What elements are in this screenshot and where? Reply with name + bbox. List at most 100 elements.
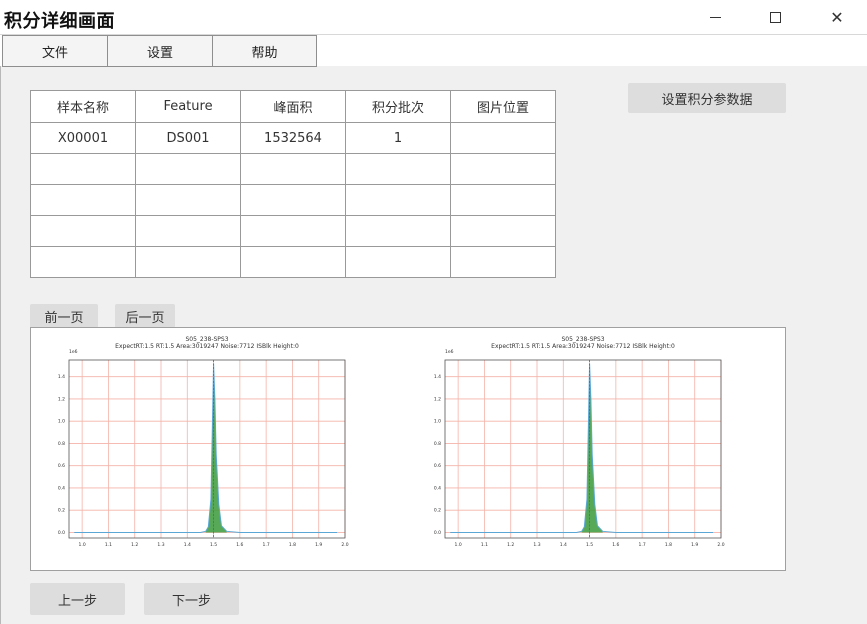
y-tick-label: 1.0 bbox=[434, 419, 441, 425]
y-tick-label: 0.0 bbox=[58, 530, 65, 536]
maximize-icon bbox=[769, 11, 781, 23]
table-cell[interactable] bbox=[450, 246, 556, 278]
x-tick-label: 1.3 bbox=[533, 542, 540, 548]
chromatogram-chart-2: S05_238-SPS3ExpectRT:1.5 RT:1.5 Area:301… bbox=[434, 336, 725, 548]
x-tick-label: 1.1 bbox=[481, 542, 488, 548]
chart-title: S05_238-SPS3 bbox=[185, 336, 228, 343]
table-cell[interactable]: DS001 bbox=[135, 122, 241, 154]
table-row[interactable] bbox=[30, 184, 556, 216]
y-tick-label: 1.2 bbox=[58, 396, 65, 402]
x-tick-label: 1.9 bbox=[315, 542, 322, 548]
header-sample-name: 样本名称 bbox=[30, 90, 136, 123]
x-tick-label: 1.3 bbox=[157, 542, 164, 548]
close-icon: ✕ bbox=[830, 7, 844, 27]
x-tick-label: 1.1 bbox=[105, 542, 112, 548]
table-row[interactable] bbox=[30, 153, 556, 185]
table-cell[interactable] bbox=[450, 153, 556, 185]
table-cell[interactable]: 1 bbox=[345, 122, 451, 154]
next-page-button[interactable]: 后一页 bbox=[115, 304, 175, 328]
table-cell[interactable] bbox=[345, 246, 451, 278]
table-cell[interactable] bbox=[240, 246, 346, 278]
previous-page-button[interactable]: 前一页 bbox=[30, 304, 98, 328]
y-tick-label: 1.4 bbox=[434, 374, 441, 380]
minimize-button[interactable] bbox=[692, 0, 738, 34]
x-tick-label: 1.2 bbox=[507, 542, 514, 548]
table-cell[interactable] bbox=[345, 215, 451, 247]
minimize-icon bbox=[709, 16, 721, 18]
previous-step-button[interactable]: 上一步 bbox=[30, 583, 125, 615]
plot-frame bbox=[68, 359, 346, 539]
x-tick-label: 1.7 bbox=[639, 542, 646, 548]
integration-table: 样本名称 Feature 峰面积 积分批次 图片位置 X00001 DS001 … bbox=[30, 90, 556, 278]
table-cell[interactable] bbox=[30, 215, 136, 247]
header-peak-area: 峰面积 bbox=[240, 90, 346, 123]
table-cell[interactable] bbox=[30, 246, 136, 278]
x-tick-label: 1.2 bbox=[131, 542, 138, 548]
y-tick-label: 0.6 bbox=[434, 463, 441, 469]
chart-title: S05_238-SPS3 bbox=[561, 336, 604, 343]
y-tick-label: 0.8 bbox=[434, 441, 441, 447]
table-cell[interactable]: X00001 bbox=[30, 122, 136, 154]
x-tick-label: 1.9 bbox=[691, 542, 698, 548]
y-tick-label: 1.4 bbox=[58, 374, 65, 380]
y-tick-label: 0.2 bbox=[434, 508, 441, 514]
menu-help[interactable]: 帮助 bbox=[212, 35, 317, 67]
y-tick-label: 0.8 bbox=[58, 441, 65, 447]
y-tick-label: 1.0 bbox=[58, 419, 65, 425]
x-tick-label: 2.0 bbox=[717, 542, 724, 548]
x-tick-label: 1.4 bbox=[184, 542, 191, 548]
table-cell[interactable] bbox=[240, 153, 346, 185]
table-cell[interactable] bbox=[135, 215, 241, 247]
table-cell[interactable] bbox=[30, 184, 136, 216]
table-cell[interactable] bbox=[135, 184, 241, 216]
table-cell[interactable] bbox=[450, 215, 556, 247]
header-image-position: 图片位置 bbox=[450, 90, 556, 123]
table-cell[interactable] bbox=[135, 246, 241, 278]
menu-file[interactable]: 文件 bbox=[2, 35, 108, 67]
x-tick-label: 1.8 bbox=[665, 542, 672, 548]
chart-subtitle: ExpectRT:1.5 RT:1.5 Area:3019247 Noise:7… bbox=[115, 343, 299, 350]
maximize-button[interactable] bbox=[752, 0, 798, 34]
y-tick-label: 0.4 bbox=[434, 485, 441, 491]
chart-subtitle: ExpectRT:1.5 RT:1.5 Area:3019247 Noise:7… bbox=[491, 343, 675, 350]
x-tick-label: 1.4 bbox=[560, 542, 567, 548]
table-row[interactable] bbox=[30, 246, 556, 278]
chromatogram-panel: S05_238-SPS3 ExpectRT:1.5 RT:1.5 Area:301… bbox=[30, 327, 786, 571]
set-integration-params-button[interactable]: 设置积分参数据 bbox=[628, 83, 786, 113]
header-feature: Feature bbox=[135, 90, 241, 123]
x-tick-label: 1.6 bbox=[612, 542, 619, 548]
table-cell[interactable] bbox=[240, 215, 346, 247]
y-tick-label: 0.2 bbox=[58, 508, 65, 514]
header-batch: 积分批次 bbox=[345, 90, 451, 123]
x-tick-label: 1.5 bbox=[586, 542, 593, 548]
x-tick-label: 1.5 bbox=[210, 542, 217, 548]
table-row[interactable] bbox=[30, 215, 556, 247]
y-tick-label: 0.6 bbox=[58, 463, 65, 469]
table-cell[interactable] bbox=[345, 184, 451, 216]
y-tick-label: 1.2 bbox=[434, 396, 441, 402]
y-exponent-label: 1e6 bbox=[69, 349, 78, 355]
plot-frame bbox=[444, 359, 722, 539]
table-cell[interactable] bbox=[450, 184, 556, 216]
table-row[interactable]: X00001 DS001 1532564 1 bbox=[30, 122, 556, 154]
next-step-button[interactable]: 下一步 bbox=[144, 583, 239, 615]
signal-line bbox=[450, 363, 714, 533]
x-tick-label: 1.8 bbox=[289, 542, 296, 548]
table-header-row: 样本名称 Feature 峰面积 积分批次 图片位置 bbox=[30, 90, 556, 123]
x-tick-label: 2.0 bbox=[341, 542, 348, 548]
close-button[interactable]: ✕ bbox=[814, 0, 860, 34]
x-tick-label: 1.7 bbox=[263, 542, 270, 548]
title-bar: 积分详细画面 ✕ bbox=[0, 0, 867, 34]
table-cell[interactable] bbox=[135, 153, 241, 185]
y-tick-label: 0.4 bbox=[58, 485, 65, 491]
table-cell[interactable] bbox=[30, 153, 136, 185]
menu-settings[interactable]: 设置 bbox=[107, 35, 213, 67]
table-cell[interactable] bbox=[450, 122, 556, 154]
signal-line bbox=[74, 363, 338, 533]
x-tick-label: 1.0 bbox=[79, 542, 86, 548]
table-cell[interactable] bbox=[345, 153, 451, 185]
x-tick-label: 1.6 bbox=[236, 542, 243, 548]
table-cell[interactable] bbox=[240, 184, 346, 216]
window-title: 积分详细画面 bbox=[4, 11, 115, 32]
table-cell[interactable]: 1532564 bbox=[240, 122, 346, 154]
